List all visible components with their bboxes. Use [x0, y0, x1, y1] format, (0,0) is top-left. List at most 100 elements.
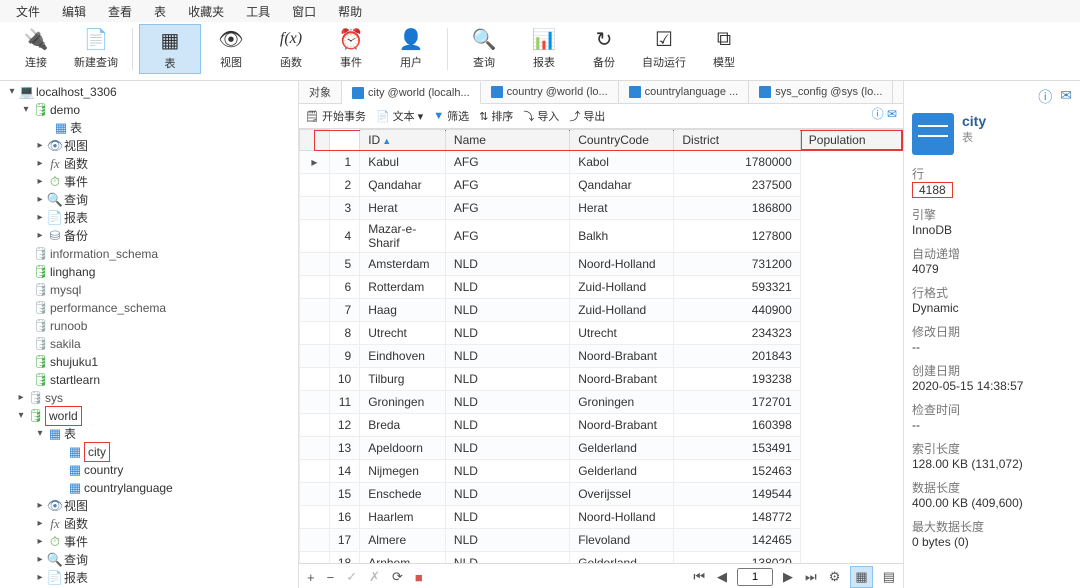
tree-startlearn[interactable]: 🛢startlearn — [0, 371, 298, 389]
tree-函数[interactable]: ▸fx函数 — [0, 155, 298, 173]
table-row[interactable]: 8UtrechtNLDUtrecht234323 — [300, 322, 903, 345]
tree-performance_schema[interactable]: 🛢performance_schema — [0, 299, 298, 317]
table-row[interactable]: 9EindhovenNLDNoord-Brabant201843 — [300, 345, 903, 368]
tab-countrylanguage ...[interactable]: countrylanguage ... — [619, 81, 750, 103]
data-grid[interactable]: ID▲NameCountryCodeDistrictPopulation▸1Ka… — [299, 129, 903, 563]
table-row[interactable]: 17AlmereNLDFlevoland142465 — [300, 529, 903, 552]
col-CountryCode[interactable]: CountryCode — [570, 130, 674, 151]
table-row[interactable]: 2QandaharAFGQandahar237500 — [300, 174, 903, 197]
tree-事件[interactable]: ▸⏱事件 — [0, 173, 298, 191]
tree-视图[interactable]: ▸👁视图 — [0, 137, 298, 155]
table-row[interactable]: 13ApeldoornNLDGelderland153491 — [300, 437, 903, 460]
table-row[interactable]: 4Mazar-e-SharifAFGBalkh127800 — [300, 220, 903, 253]
col-Population[interactable]: Population — [800, 130, 902, 151]
tree-表[interactable]: ▾▦表 — [0, 425, 298, 443]
table-row[interactable]: 12BredaNLDNoord-Brabant160398 — [300, 414, 903, 437]
table-row[interactable]: ▸1KabulAFGKabol1780000 — [300, 151, 903, 174]
nav-tree[interactable]: ▾💻localhost_3306▾🛢demo▦表▸👁视图▸fx函数▸⏱事件▸🔍查… — [0, 81, 299, 588]
grid-view-icon[interactable]: ▦ — [850, 566, 872, 588]
tab-sys_config @sys (lo...[interactable]: sys_config @sys (lo... — [749, 81, 893, 103]
tree-runoob[interactable]: 🛢runoob — [0, 317, 298, 335]
tree-mysql[interactable]: 🛢mysql — [0, 281, 298, 299]
table-row[interactable]: 3HeratAFGHerat186800 — [300, 197, 903, 220]
ribbon-视图[interactable]: 👁视图 — [201, 24, 261, 72]
tree-localhost_3306[interactable]: ▾💻localhost_3306 — [0, 83, 298, 101]
tree-事件[interactable]: ▸⏱事件 — [0, 533, 298, 551]
tree-information_schema[interactable]: 🛢information_schema — [0, 245, 298, 263]
table-row[interactable]: 10TilburgNLDNoord-Brabant193238 — [300, 368, 903, 391]
table-row[interactable]: 18ArnhemNLDGelderland138020 — [300, 552, 903, 564]
ribbon-连接[interactable]: 🔌连接 — [6, 24, 66, 72]
col-Name[interactable]: Name — [445, 130, 569, 151]
refresh-button[interactable]: ⟳ — [390, 569, 405, 585]
tab-对象[interactable]: 对象 — [299, 81, 342, 103]
tree-备份[interactable]: ▸⛁备份 — [0, 227, 298, 245]
table-row[interactable]: 5AmsterdamNLDNoord-Holland731200 — [300, 253, 903, 276]
add-row-button[interactable]: + — [305, 570, 317, 585]
delete-row-button[interactable]: − — [325, 570, 337, 585]
menu-文件[interactable]: 文件 — [6, 1, 50, 22]
ribbon-事件[interactable]: ⏰事件 — [321, 24, 381, 72]
tree-city[interactable]: ▦city — [0, 443, 298, 461]
start-transaction-button[interactable]: 🗒 开始事务 — [305, 108, 366, 124]
table-row[interactable]: 7HaagNLDZuid-Holland440900 — [300, 299, 903, 322]
first-page-button[interactable]: ⏮ — [691, 569, 707, 585]
table-row[interactable]: 14NijmegenNLDGelderland152463 — [300, 460, 903, 483]
ribbon-用户[interactable]: 👤用户 — [381, 24, 441, 72]
last-page-button[interactable]: ⏭ — [803, 569, 819, 585]
tree-countrylanguage[interactable]: ▦countrylanguage — [0, 479, 298, 497]
tree-查询[interactable]: ▸🔍查询 — [0, 551, 298, 569]
tree-linghang[interactable]: 🛢linghang — [0, 263, 298, 281]
tree-shujuku1[interactable]: 🛢shujuku1 — [0, 353, 298, 371]
export-button[interactable]: ⤴ 导出 — [569, 108, 605, 124]
menu-帮助[interactable]: 帮助 — [328, 1, 372, 22]
table-row[interactable]: 11GroningenNLDGroningen172701 — [300, 391, 903, 414]
commit-button[interactable]: ✓ — [344, 569, 359, 585]
tree-demo[interactable]: ▾🛢demo — [0, 101, 298, 119]
tab-overflow-icons[interactable]: ⓘ ✉ — [872, 105, 897, 122]
tree-sys[interactable]: ▸🛢sys — [0, 389, 298, 407]
tree-查询[interactable]: ▸🔍查询 — [0, 191, 298, 209]
info-icon[interactable]: ⓘ — [1038, 87, 1052, 107]
tree-world[interactable]: ▾🛢world — [0, 407, 298, 425]
prev-page-button[interactable]: ◀ — [715, 569, 729, 585]
tree-sakila[interactable]: 🛢sakila — [0, 335, 298, 353]
col-District[interactable]: District — [674, 130, 800, 151]
table-row[interactable]: 6RotterdamNLDZuid-Holland593321 — [300, 276, 903, 299]
tree-country[interactable]: ▦country — [0, 461, 298, 479]
tree-报表[interactable]: ▸📄报表 — [0, 569, 298, 587]
filter-button[interactable]: ▼ 筛选 — [433, 108, 469, 124]
cancel-button[interactable]: ✗ — [367, 569, 382, 585]
menu-工具[interactable]: 工具 — [236, 1, 280, 22]
ribbon-查询[interactable]: 🔍查询 — [454, 24, 514, 72]
text-button[interactable]: 📄 文本 ▾ — [376, 108, 423, 124]
mail-icon[interactable]: ✉ — [1060, 87, 1072, 107]
tab-city @world (localh...[interactable]: city @world (localh... — [342, 82, 481, 104]
menu-编辑[interactable]: 编辑 — [52, 1, 96, 22]
table-row[interactable]: 15EnschedeNLDOverijssel149544 — [300, 483, 903, 506]
tree-表[interactable]: ▦表 — [0, 119, 298, 137]
menu-窗口[interactable]: 窗口 — [282, 1, 326, 22]
menu-表[interactable]: 表 — [144, 1, 176, 22]
ribbon-函数[interactable]: f(x)函数 — [261, 24, 321, 72]
ribbon-新建查询[interactable]: 📄新建查询 — [66, 24, 126, 72]
stop-button[interactable]: ■ — [413, 570, 425, 585]
settings-icon[interactable]: ⚙ — [827, 569, 843, 585]
ribbon-备份[interactable]: ↻备份 — [574, 24, 634, 72]
ribbon-报表[interactable]: 📊报表 — [514, 24, 574, 72]
page-input[interactable] — [737, 568, 773, 586]
ribbon-表[interactable]: ▦表 — [139, 24, 201, 74]
table-row[interactable]: 16HaarlemNLDNoord-Holland148772 — [300, 506, 903, 529]
form-view-icon[interactable]: ▤ — [881, 569, 897, 585]
sort-button[interactable]: ⇅ 排序 — [479, 108, 513, 124]
col-ID[interactable]: ID▲ — [360, 130, 446, 151]
ribbon-模型[interactable]: ⧉模型 — [694, 24, 754, 72]
tree-视图[interactable]: ▸👁视图 — [0, 497, 298, 515]
tab-country @world (lo...[interactable]: country @world (lo... — [481, 81, 619, 103]
tree-函数[interactable]: ▸fx函数 — [0, 515, 298, 533]
tree-报表[interactable]: ▸📄报表 — [0, 209, 298, 227]
menu-查看[interactable]: 查看 — [98, 1, 142, 22]
next-page-button[interactable]: ▶ — [781, 569, 795, 585]
menu-收藏夹[interactable]: 收藏夹 — [178, 1, 234, 22]
ribbon-自动运行[interactable]: ☑自动运行 — [634, 24, 694, 72]
